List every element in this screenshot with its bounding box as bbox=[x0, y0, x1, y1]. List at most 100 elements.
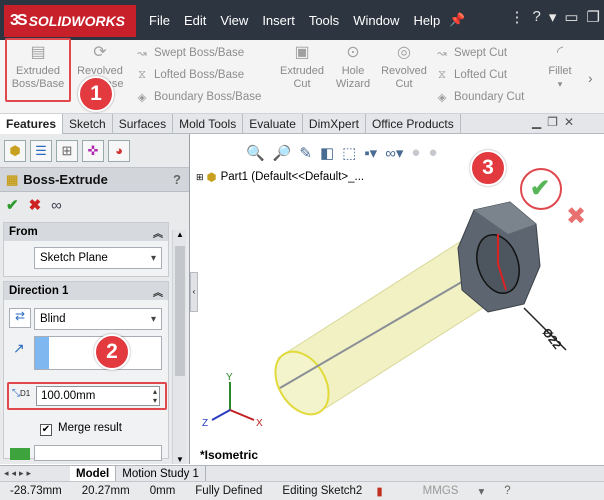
boundary-boss-button[interactable]: ◈ Boundary Boss/Base bbox=[134, 87, 262, 107]
status-units[interactable]: MMGS bbox=[387, 485, 469, 497]
status-editing: Editing Sketch2 bbox=[282, 485, 363, 497]
hole-wizard-label-line2: Wizard bbox=[335, 78, 371, 90]
hole-wizard-button[interactable]: ⊙ Hole Wizard bbox=[330, 44, 376, 106]
status-help-icon[interactable]: ? bbox=[494, 485, 520, 497]
extruded-cut-button[interactable]: ▣ Extruded Cut bbox=[276, 44, 328, 106]
menu-file[interactable]: File bbox=[142, 13, 177, 28]
ribbon-overflow-icon[interactable]: › bbox=[588, 70, 593, 86]
tab-dimxpert[interactable]: DimXpert bbox=[303, 114, 366, 134]
extruded-cut-icon: ▣ bbox=[294, 44, 310, 61]
from-group-header[interactable]: From ︽ bbox=[4, 223, 168, 241]
solidworks-logo[interactable]: 3S SOLIDWORKS bbox=[4, 5, 136, 37]
tab-model[interactable]: Model bbox=[70, 466, 117, 481]
dimxpert-manager-icon[interactable]: ✜ bbox=[82, 139, 104, 162]
x-axis-label: X bbox=[256, 418, 263, 429]
depth-spinner-icon[interactable]: ▴ ▾ bbox=[153, 387, 157, 405]
status-options-icon[interactable]: ▾ bbox=[468, 484, 494, 498]
chevron-down-icon[interactable]: ▾ bbox=[549, 8, 557, 26]
pm-scrollbar[interactable]: ▲ ▼ bbox=[172, 230, 186, 464]
view-orientation-label: *Isometric bbox=[200, 448, 259, 462]
diameter-dimension[interactable]: Ø22 bbox=[539, 325, 564, 352]
reverse-direction-icon[interactable]: ⇄ bbox=[9, 308, 31, 328]
swept-cut-icon: ↝ bbox=[437, 48, 447, 60]
direction1-label: Direction 1 bbox=[9, 285, 69, 297]
tab-mold-tools[interactable]: Mold Tools bbox=[173, 114, 244, 134]
tab-surfaces[interactable]: Surfaces bbox=[113, 114, 174, 134]
draft-select[interactable] bbox=[34, 445, 162, 461]
title-bar: 3S SOLIDWORKS File Edit View Insert Tool… bbox=[0, 0, 604, 40]
help-question-icon[interactable]: ? bbox=[532, 8, 540, 26]
scroll-down-icon[interactable]: ▼ bbox=[176, 455, 184, 464]
menu-help[interactable]: Help bbox=[406, 13, 447, 28]
menu-tools[interactable]: Tools bbox=[302, 13, 346, 28]
depth-input[interactable]: 100.00mm ▴ ▾ bbox=[36, 386, 160, 406]
collapse-chevron-icon[interactable]: ︽ bbox=[153, 284, 163, 299]
from-start-value: Sketch Plane bbox=[40, 252, 108, 264]
tab-office-products[interactable]: Office Products bbox=[366, 114, 461, 134]
revolved-cut-label-line1: Revolved bbox=[381, 65, 427, 77]
ok-check-icon[interactable]: ✔ bbox=[6, 196, 19, 214]
configuration-manager-icon[interactable]: ⊞ bbox=[56, 139, 78, 162]
display-manager-icon[interactable]: ◕ bbox=[108, 139, 130, 162]
extruded-cut-label-line1: Extruded bbox=[279, 65, 325, 77]
revolved-cut-label-line2: Cut bbox=[395, 78, 413, 90]
z-axis-label: Z bbox=[202, 418, 208, 429]
bottom-tab-bar: ◂◂▸▸ Model Motion Study 1 bbox=[0, 465, 604, 481]
document-window-controls: ▁ ❐ ✕ bbox=[532, 115, 574, 129]
hole-wizard-label-line1: Hole bbox=[341, 65, 365, 77]
cancel-x-icon[interactable]: ✖ bbox=[29, 196, 42, 214]
depth-d1-label: D1 bbox=[20, 389, 31, 398]
doc-minimize-icon[interactable]: ▁ bbox=[532, 115, 541, 129]
y-axis-label: Y bbox=[226, 372, 233, 383]
toolbar-grip-icon[interactable]: ⋮ bbox=[509, 8, 524, 26]
property-manager-panel: ⬢ ☰ ⊞ ✜ ◕ ▦ Boss-Extrude ? ✔ ✖ ∞ From ︽ … bbox=[0, 134, 190, 464]
lofted-cut-button[interactable]: ⧖ Lofted Cut bbox=[434, 65, 507, 85]
end-condition-value: Blind bbox=[40, 313, 66, 325]
restore-icon[interactable]: ❐ bbox=[587, 8, 600, 26]
doc-close-icon[interactable]: ✕ bbox=[564, 115, 574, 129]
merge-result-label: Merge result bbox=[58, 422, 122, 434]
property-manager-icon[interactable]: ☰ bbox=[30, 139, 52, 162]
pin-icon[interactable]: 📌 bbox=[449, 12, 465, 28]
select-arrow-icon: ▾ bbox=[150, 252, 156, 264]
from-start-select[interactable]: Sketch Plane ▾ bbox=[34, 247, 162, 269]
end-condition-select[interactable]: Blind ▾ bbox=[34, 308, 162, 330]
menu-view[interactable]: View bbox=[213, 13, 255, 28]
graphics-area[interactable]: ‹ 🔍 🔎 ✎ ◧ ⬚ ▪▾ ∞▾ ● ● ⊞ ⬢ Part1 (Default… bbox=[190, 134, 604, 464]
detailed-preview-icon[interactable]: ∞ bbox=[51, 197, 62, 214]
collapse-chevron-icon[interactable]: ︽ bbox=[153, 225, 163, 240]
pm-help-icon[interactable]: ? bbox=[173, 172, 181, 187]
lofted-boss-button[interactable]: ⧖ Lofted Boss/Base bbox=[134, 65, 244, 85]
logo-text: SOLIDWORKS bbox=[28, 13, 126, 29]
step-badge-2: 2 bbox=[94, 334, 130, 370]
scroll-up-icon[interactable]: ▲ bbox=[176, 230, 184, 239]
tab-scroll-arrows-icon[interactable]: ◂◂▸▸ bbox=[0, 468, 70, 479]
fillet-button[interactable]: ◜ Fillet ▾ bbox=[540, 44, 580, 106]
tab-motion-study[interactable]: Motion Study 1 bbox=[116, 466, 206, 481]
menu-edit[interactable]: Edit bbox=[177, 13, 213, 28]
pm-scroll-thumb[interactable] bbox=[175, 246, 185, 376]
minimize-icon[interactable]: ▭ bbox=[564, 8, 578, 26]
tab-sketch[interactable]: Sketch bbox=[63, 114, 113, 134]
menu-insert[interactable]: Insert bbox=[255, 13, 302, 28]
menu-window[interactable]: Window bbox=[346, 13, 406, 28]
boundary-icon: ◈ bbox=[137, 92, 147, 104]
boundary-cut-button[interactable]: ◈ Boundary Cut bbox=[434, 87, 525, 107]
model-viewport[interactable]: Ø22 Y X Z bbox=[190, 134, 604, 464]
draft-icon[interactable] bbox=[10, 448, 30, 460]
rebuild-indicator-icon[interactable]: ▮ bbox=[372, 484, 386, 498]
tab-evaluate[interactable]: Evaluate bbox=[243, 114, 303, 134]
revolved-cut-icon: ◎ bbox=[397, 44, 411, 61]
fillet-dropdown-icon[interactable]: ▾ bbox=[558, 79, 563, 89]
revolved-cut-button[interactable]: ◎ Revolved Cut bbox=[378, 44, 430, 106]
command-tabs: Features Sketch Surfaces Mold Tools Eval… bbox=[0, 114, 604, 134]
direction1-group: Direction 1 ︽ ⇄ Blind ▾ ↗ ⤡D1 100.00mm ▴… bbox=[3, 281, 169, 461]
tab-features[interactable]: Features bbox=[0, 114, 64, 134]
swept-cut-button[interactable]: ↝ Swept Cut bbox=[434, 43, 507, 63]
swept-boss-button[interactable]: ↝ Swept Boss/Base bbox=[134, 43, 244, 63]
direction1-header[interactable]: Direction 1 ︽ bbox=[4, 282, 168, 300]
feature-manager-icon[interactable]: ⬢ bbox=[4, 139, 26, 162]
merge-result-checkbox[interactable]: ✔ bbox=[40, 424, 52, 436]
doc-restore-icon[interactable]: ❐ bbox=[547, 115, 558, 129]
extruded-cut-label-line2: Cut bbox=[293, 78, 311, 90]
